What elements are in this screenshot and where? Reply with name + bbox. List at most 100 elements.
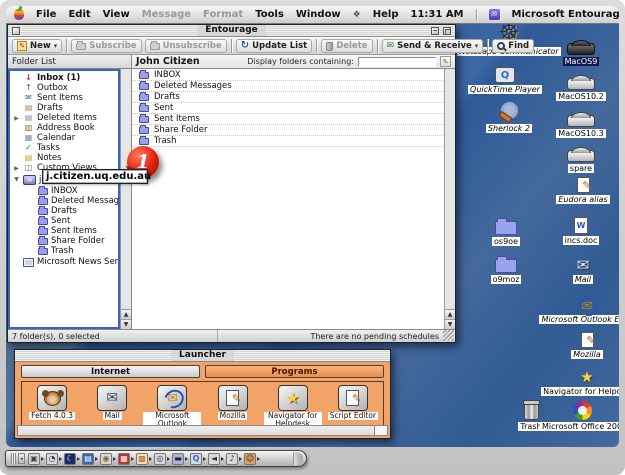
sidebar-item-account-drafts[interactable]: Drafts xyxy=(10,206,118,216)
launcher-item-navigator-helpdesk[interactable]: ★ Navigator for Helpdesk xyxy=(264,385,322,428)
sidebar-item-drafts[interactable]: ▤Drafts xyxy=(10,103,118,113)
menu-clock[interactable]: 11:31 AM xyxy=(411,9,464,20)
scroll-down-arrow-icon[interactable]: ▼ xyxy=(445,319,455,329)
sidebar-item-account-inbox[interactable]: INBOX xyxy=(10,186,118,196)
tab-internet[interactable]: Internet xyxy=(21,365,200,378)
sidebar-item-address-book[interactable]: ▥Address Book xyxy=(10,123,118,133)
desktop-icon-mail[interactable]: ✉ Mail xyxy=(548,251,618,284)
sidebar-item-notes[interactable]: ▤Notes xyxy=(10,153,118,163)
sidebar-item-outbox[interactable]: ↑Outbox xyxy=(10,83,118,93)
folder-row-deleted-messages[interactable]: Deleted Messages xyxy=(132,81,444,92)
control-strip-handle[interactable] xyxy=(11,453,16,464)
desktop-icon-microsoft-office[interactable]: Microsoft Office 200 xyxy=(527,398,619,431)
module-sound-source[interactable]: ♪ xyxy=(226,453,242,465)
desktop-icon-macos10-2[interactable]: MacOS10.2 xyxy=(546,68,616,101)
module-monitor-resolution[interactable]: ▣ xyxy=(28,453,44,465)
zoom-box-icon[interactable] xyxy=(443,27,451,35)
menu-edit[interactable]: Edit xyxy=(68,9,90,20)
desktop-icon-macos9[interactable]: MacOS9 xyxy=(546,33,616,66)
menu-help[interactable]: Help xyxy=(373,9,399,20)
desktop-icon-eudora[interactable]: Eudora alias xyxy=(543,171,619,204)
menu-file[interactable]: File xyxy=(36,9,56,20)
module-file-sharing[interactable]: ▤ xyxy=(82,453,98,465)
launcher-horizontal-scrollbar[interactable] xyxy=(17,425,388,436)
scroll-up-arrow-icon[interactable]: ▲ xyxy=(121,309,131,319)
launcher-item-mail[interactable]: ✉ Mail xyxy=(83,385,141,420)
disclosure-triangle-icon[interactable]: ▼ xyxy=(13,176,20,183)
module-energy-saver[interactable]: ☾ xyxy=(64,453,80,465)
desktop-icon-incs-doc[interactable]: W incs.doc xyxy=(546,212,616,245)
folder-row-share-folder[interactable]: Share Folder xyxy=(132,125,444,136)
module-quicktime[interactable]: Q xyxy=(190,453,206,465)
sidebar-item-account-sent-items[interactable]: Sent Items xyxy=(10,226,118,236)
disclosure-triangle-icon[interactable]: ▶ xyxy=(13,115,20,122)
sidebar-item-news-server[interactable]: Microsoft News Server xyxy=(10,256,118,268)
sidebar-item-sent-items[interactable]: ✉Sent Items xyxy=(10,93,118,103)
menu-view[interactable]: View xyxy=(103,9,130,20)
control-strip-tab[interactable] xyxy=(293,452,303,465)
desktop-icon-outlook-express[interactable]: ✉ Microsoft Outlook Expr xyxy=(532,291,619,324)
desktop-icon-macos10-3[interactable]: MacOS10.3 xyxy=(546,105,616,138)
desktop-icon-quicktime[interactable]: Q QuickTime Player xyxy=(460,61,550,94)
module-keychain[interactable]: ◉ xyxy=(100,453,116,465)
sidebar-item-account-share-folder[interactable]: Share Folder xyxy=(10,236,118,246)
desktop-icon-navigator-helpdesk[interactable]: ★ Navigator for Helpdes xyxy=(532,363,619,396)
sidebar-item-inbox[interactable]: ↓Inbox (1) xyxy=(10,73,118,83)
module-world-clock[interactable]: ◔ xyxy=(46,453,62,465)
sidebar-item-tasks[interactable]: ✓Tasks xyxy=(10,143,118,153)
entourage-title-bar[interactable]: Entourage xyxy=(8,25,455,37)
sidebar-item-deleted-items[interactable]: ▶▤Deleted Items xyxy=(10,113,118,123)
module-talking-alerts[interactable]: ☺ xyxy=(244,453,260,465)
sidebar-scrollbar[interactable]: ▲ ▼ xyxy=(120,69,131,329)
main-scrollbar[interactable]: ▲ ▼ xyxy=(444,69,455,329)
launcher-item-mozilla[interactable]: Mozilla xyxy=(204,385,262,420)
desktop-icon-mozilla[interactable]: Mozilla xyxy=(547,326,619,359)
launcher-title-bar[interactable]: Launcher xyxy=(15,350,390,362)
apple-menu-icon[interactable] xyxy=(14,9,24,20)
edit-pencil-icon[interactable]: ✎ xyxy=(440,56,451,67)
sidebar-item-account-trash[interactable]: Trash xyxy=(10,246,118,256)
close-box-icon[interactable] xyxy=(12,27,20,35)
mail-envelope-icon: ✉ xyxy=(577,258,590,273)
desktop-icon-o9moz[interactable]: o9moz xyxy=(471,251,541,284)
collapse-box-icon[interactable] xyxy=(431,27,439,35)
sidebar-item-calendar[interactable]: ▦Calendar xyxy=(10,133,118,143)
desktop-icon-sherlock[interactable]: Sherlock 2 xyxy=(464,100,554,133)
fetch-dog-icon xyxy=(44,391,61,406)
menu-format: Format xyxy=(203,9,243,20)
disclosure-triangle-icon[interactable]: ▶ xyxy=(13,165,20,172)
find-button[interactable]: Find xyxy=(492,39,534,53)
launcher-item-fetch[interactable]: Fetch 4.0.3 xyxy=(23,385,81,420)
scripts-menu-icon[interactable]: ❖ xyxy=(353,10,361,20)
module-monitor-depth[interactable]: ▩ xyxy=(136,453,152,465)
module-cd-audio[interactable]: ◎ xyxy=(154,453,170,465)
icon-label: MacOS9 xyxy=(563,57,600,66)
scroll-down-arrow-icon[interactable]: ▼ xyxy=(121,319,131,329)
folder-row-sent[interactable]: Sent xyxy=(132,103,444,114)
module-printer-selector[interactable]: ▦ xyxy=(118,453,134,465)
desktop-icon-os9oe[interactable]: os9oe xyxy=(471,213,541,246)
folder-row-trash[interactable]: Trash xyxy=(132,136,444,147)
application-menu[interactable]: Microsoft Entourage xyxy=(512,9,619,20)
folder-row-inbox[interactable]: INBOX xyxy=(132,70,444,81)
sent-envelope-icon: ✉ xyxy=(23,94,34,102)
module-volume[interactable]: ◄ xyxy=(208,453,224,465)
sidebar-item-account-deleted[interactable]: Deleted Messages xyxy=(10,196,118,206)
folder-row-sent-items[interactable]: Sent Items xyxy=(132,114,444,125)
filter-input[interactable] xyxy=(358,57,436,67)
menu-window[interactable]: Window xyxy=(296,9,341,20)
launcher-item-script-editor[interactable]: Script Editor xyxy=(324,385,382,420)
folder-row-drafts[interactable]: Drafts xyxy=(132,92,444,103)
send-receive-button[interactable]: ✉Send & Receive▾ xyxy=(382,39,484,53)
clock-icon: ◔ xyxy=(46,453,58,465)
update-list-button[interactable]: ↻Update List xyxy=(236,39,312,53)
sidebar-item-account-sent[interactable]: Sent xyxy=(10,216,118,226)
module-printing[interactable]: ▬ xyxy=(172,453,188,465)
desktop-icon-spare[interactable]: spare xyxy=(546,140,616,173)
tab-programs[interactable]: Programs xyxy=(205,365,384,378)
resize-grip[interactable] xyxy=(443,330,454,341)
menu-tools[interactable]: Tools xyxy=(255,9,284,20)
control-strip-collapse-arrow-icon[interactable]: ◂ xyxy=(18,453,25,464)
new-button[interactable]: ✎New▾ xyxy=(12,39,62,53)
scroll-up-arrow-icon[interactable]: ▲ xyxy=(445,309,455,319)
